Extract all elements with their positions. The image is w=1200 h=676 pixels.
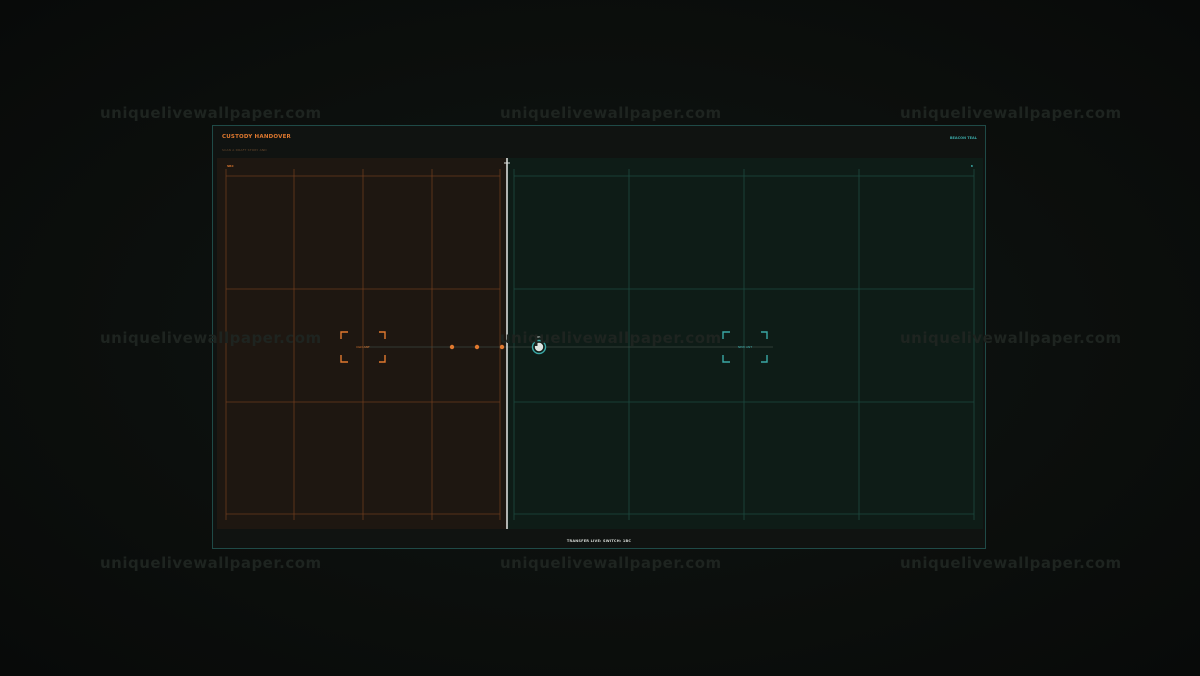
trail-dot bbox=[499, 344, 505, 350]
watermark-text: uniquelivewallpaper.com bbox=[500, 554, 722, 572]
handover-overlay bbox=[340, 158, 773, 529]
watermark-text: uniquelivewallpaper.com bbox=[900, 104, 1122, 122]
cursor-core bbox=[534, 342, 544, 352]
watermark-text: uniquelivewallpaper.com bbox=[100, 554, 322, 572]
handover-panel: CUSTODY HANDOVER SCAN A DRAFT STORY AND … bbox=[212, 125, 986, 549]
trail-dot bbox=[474, 344, 480, 350]
watermark-text: uniquelivewallpaper.com bbox=[500, 104, 722, 122]
trail-dot bbox=[449, 344, 455, 350]
cursor-label: HEX bbox=[535, 335, 543, 339]
source-target-label: OLD ANT bbox=[356, 345, 370, 349]
destination-target-label: NEW ANT bbox=[737, 345, 753, 349]
watermark-text: uniquelivewallpaper.com bbox=[900, 554, 1122, 572]
watermark-text: uniquelivewallpaper.com bbox=[100, 104, 322, 122]
transfer-status: TRANSFER LIVE: SWITCH: 1BC bbox=[566, 539, 632, 543]
